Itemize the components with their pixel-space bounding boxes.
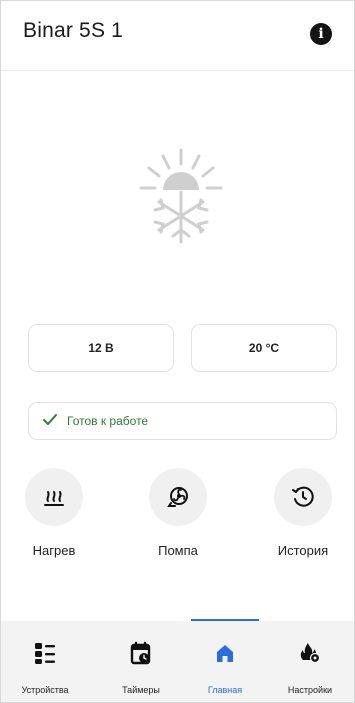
heat-label: Нагрев — [32, 543, 76, 558]
pump-button-circle[interactable] — [149, 468, 207, 526]
heat-button-circle[interactable] — [25, 468, 83, 526]
temperature-readout: 20 °C — [191, 324, 337, 372]
history-button-circle[interactable] — [274, 468, 332, 526]
sun-snowflake-icon — [139, 148, 223, 244]
history-label: История — [277, 543, 329, 558]
status-text: Готов к работе — [67, 414, 149, 428]
page-title: Binar 5S 1 — [23, 19, 124, 42]
pump-icon — [167, 487, 188, 507]
header: Binar 5S 1 i — [1, 1, 354, 71]
checkmark-icon — [43, 414, 57, 425]
heat-button[interactable]: Нагрев — [9, 468, 99, 568]
info-icon[interactable]: i — [310, 23, 332, 45]
app-screen: Binar 5S 1 i 12 В 20 °C Готов к работе Н… — [0, 0, 355, 703]
tab-devices-label: Устройства — [21, 685, 69, 695]
temperature-value: 20 °C — [248, 341, 280, 355]
pump-label: Помпа — [158, 543, 198, 558]
heat-icon — [44, 491, 64, 506]
history-icon — [292, 486, 314, 507]
fire-settings-icon — [300, 643, 321, 664]
tab-settings-label: Настройки — [287, 685, 333, 695]
status-badge: Готов к работе — [28, 402, 337, 440]
bottom-nav: Устройства Таймеры Главная Настройки — [1, 619, 354, 702]
devices-icon — [35, 643, 55, 664]
voltage-readout: 12 В — [28, 324, 174, 372]
history-button[interactable]: История — [258, 468, 348, 568]
tab-devices[interactable]: Устройства — [1, 621, 89, 702]
voltage-value: 12 В — [88, 341, 114, 355]
tab-home[interactable]: Главная — [181, 621, 269, 702]
pump-button[interactable]: Помпа — [133, 468, 223, 568]
tab-timers-label: Таймеры — [122, 685, 160, 695]
home-icon — [217, 645, 233, 662]
tab-settings[interactable]: Настройки — [266, 621, 354, 702]
calendar-clock-icon — [130, 641, 151, 665]
tab-home-label: Главная — [207, 685, 243, 695]
tab-timers[interactable]: Таймеры — [97, 621, 185, 702]
